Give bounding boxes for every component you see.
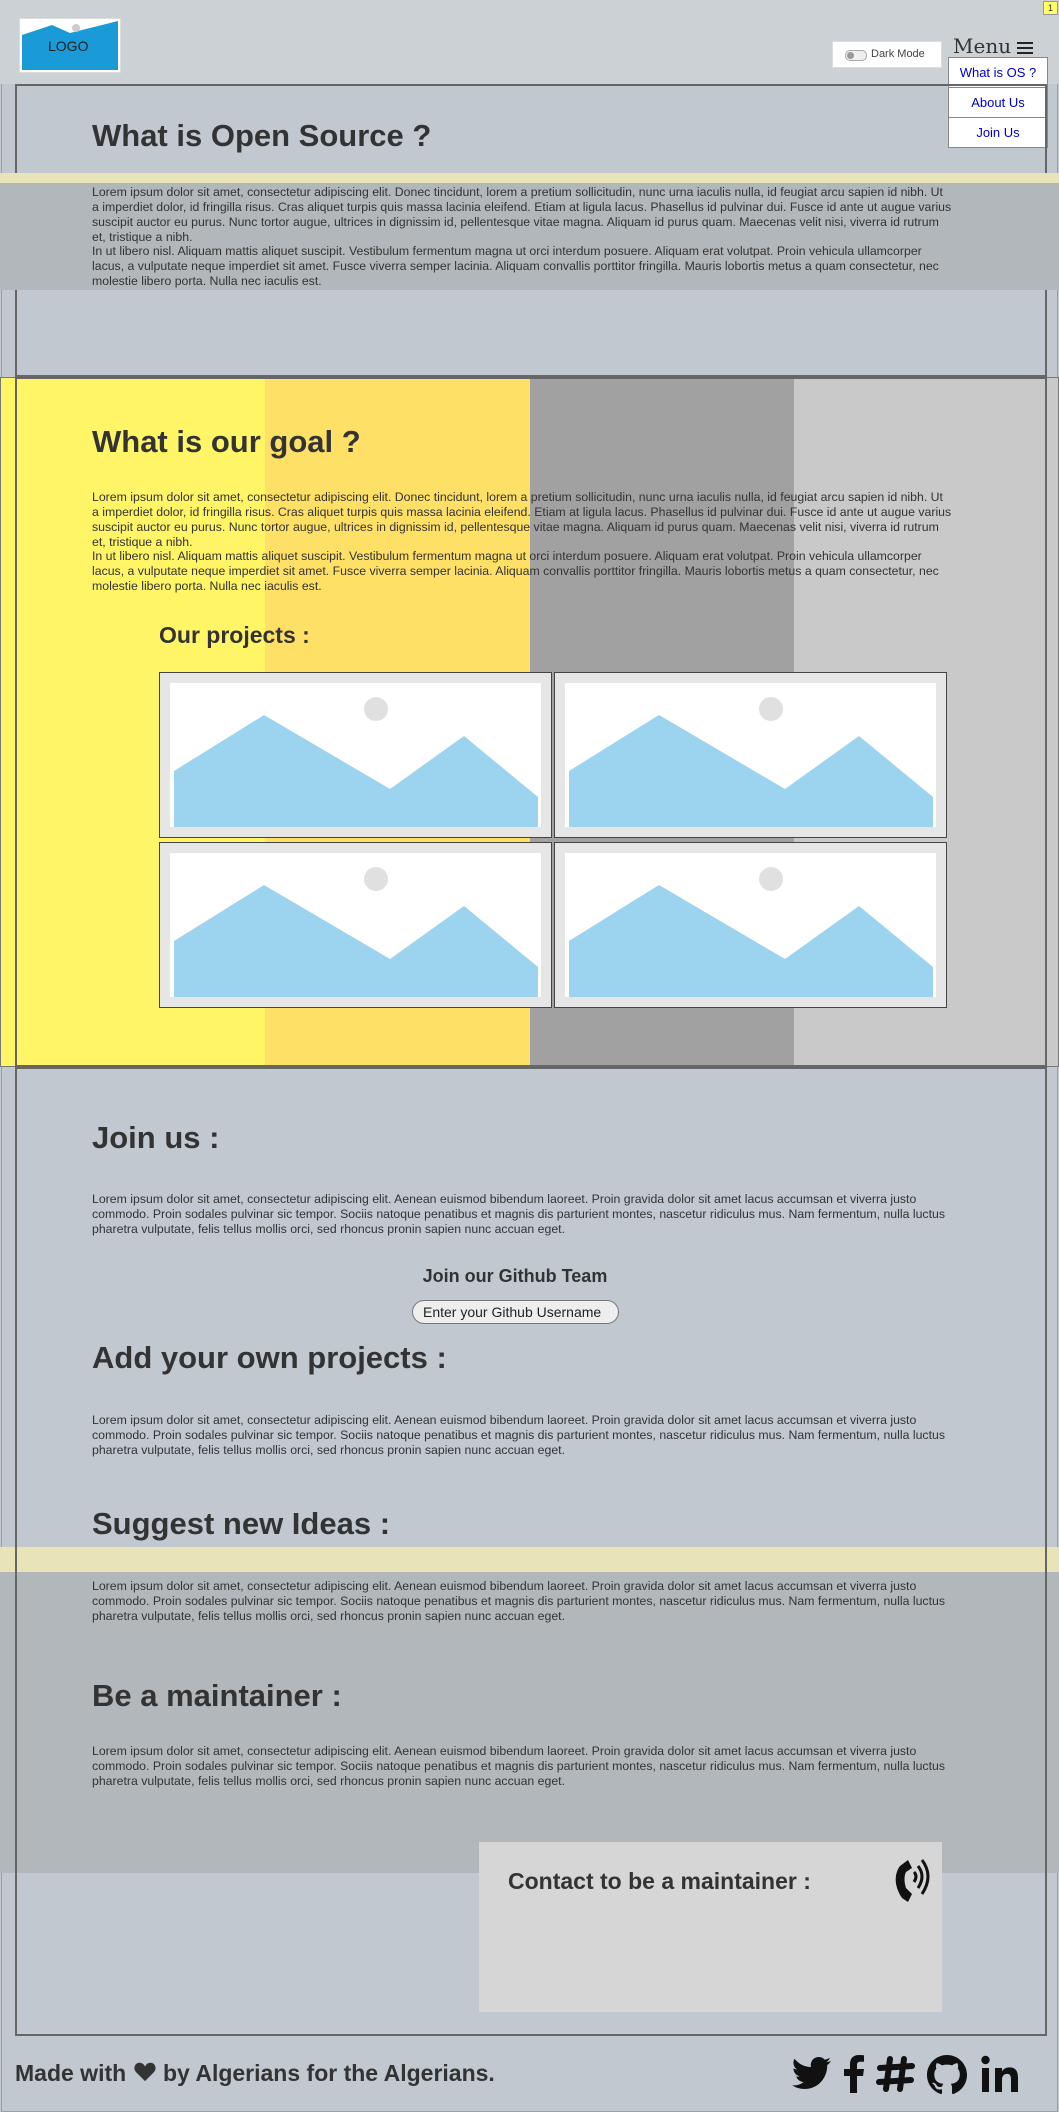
- dark-mode-toggle[interactable]: Dark Mode: [832, 41, 942, 68]
- projects-title: Our projects :: [159, 622, 310, 648]
- contact-box[interactable]: Contact to be a maintainer :: [479, 1842, 942, 2012]
- footer-by-text: by Algerians for the Algerians.: [162, 2060, 495, 2086]
- toggle-switch-icon[interactable]: [845, 50, 867, 61]
- section-paragraph: Lorem ipsum dolor sit amet, consectetur …: [92, 185, 952, 244]
- section-paragraph: In ut libero nisl. Aliquam mattis alique…: [92, 549, 939, 593]
- twitter-icon[interactable]: [792, 2055, 832, 2093]
- section-paragraph: Lorem ipsum dolor sit amet, consectetur …: [92, 1579, 945, 1623]
- slack-icon[interactable]: [876, 2055, 916, 2093]
- github-title: Join our Github Team: [422, 1266, 608, 1286]
- project-image[interactable]: [159, 842, 552, 1008]
- section-title: Be a maintainer :: [92, 1678, 342, 1713]
- facebook-icon[interactable]: [843, 2055, 865, 2093]
- page-badge: 1: [1043, 1, 1058, 15]
- project-image[interactable]: [554, 842, 947, 1008]
- section-title: Join us :: [92, 1120, 220, 1155]
- linkedin-icon[interactable]: [980, 2055, 1022, 2093]
- section-title: Add your own projects :: [92, 1340, 447, 1375]
- project-image[interactable]: [554, 672, 947, 838]
- image-placeholder-icon: [565, 853, 936, 997]
- section-paragraph: Lorem ipsum dolor sit amet, consectetur …: [92, 1192, 945, 1236]
- project-image[interactable]: [159, 672, 552, 838]
- github-icon[interactable]: [927, 2055, 967, 2095]
- heart-icon: [133, 2062, 156, 2082]
- section-title: What is our goal ?: [92, 424, 361, 459]
- section-title: What is Open Source ?: [92, 118, 432, 153]
- hamburger-icon: [1017, 41, 1034, 54]
- contact-title: Contact to be a maintainer :: [508, 1868, 811, 1894]
- image-placeholder-icon: [170, 853, 541, 997]
- dark-mode-label: Dark Mode: [871, 48, 925, 60]
- logo[interactable]: LOGO: [19, 18, 121, 73]
- section-paragraph: In ut libero nisl. Aliquam mattis alique…: [92, 244, 939, 288]
- image-placeholder-icon: [565, 683, 936, 827]
- image-placeholder-icon: [170, 683, 541, 827]
- logo-text: LOGO: [48, 38, 89, 54]
- section-title: Suggest new Ideas :: [92, 1506, 391, 1541]
- github-username-input[interactable]: [412, 1300, 619, 1324]
- highlight-band: [0, 173, 1059, 183]
- section-paragraph: Lorem ipsum dolor sit amet, consectetur …: [92, 490, 952, 549]
- section-paragraph: Lorem ipsum dolor sit amet, consectetur …: [92, 1744, 945, 1788]
- phone-ringing-icon[interactable]: [892, 1854, 934, 1904]
- section-paragraph: Lorem ipsum dolor sit amet, consectetur …: [92, 1413, 945, 1457]
- menu-button[interactable]: Menu: [953, 34, 1034, 58]
- footer-made-with: Made with: [15, 2060, 127, 2086]
- footer-credit: Made with by Algerians for the Algerians…: [15, 2060, 495, 2087]
- menu-label: Menu: [953, 34, 1012, 58]
